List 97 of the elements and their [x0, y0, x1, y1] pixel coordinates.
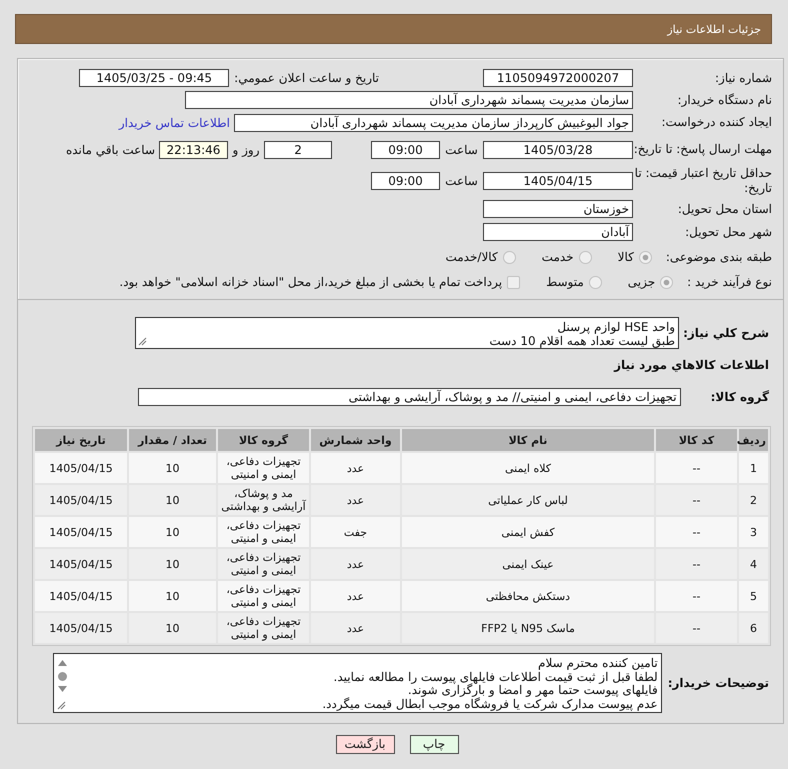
table-cell: عدد	[311, 485, 400, 515]
table-cell: عدد	[311, 581, 400, 611]
table-cell: عدد	[311, 453, 400, 483]
table-cell: کفش ایمنی	[402, 517, 654, 547]
table-cell: 10	[129, 549, 216, 579]
option-label: کالا	[618, 250, 634, 264]
field-label: استان محل تحویل:	[676, 202, 772, 216]
table-cell: --	[656, 549, 737, 579]
column-header: واحد شمارش	[311, 429, 400, 451]
table-cell: تجهیزات دفاعی، ایمنی و امنیتی	[218, 581, 309, 611]
province-field[interactable]: خوزستان	[483, 200, 633, 218]
field-label: شرح کلي نياز:	[683, 326, 769, 340]
table-cell: 10	[129, 581, 216, 611]
option-label: جزیی	[628, 275, 656, 289]
table-cell: 3	[739, 517, 768, 547]
table-cell: 1405/04/15	[35, 613, 127, 643]
table-cell: --	[656, 517, 737, 547]
table-cell: عدد	[311, 613, 400, 643]
field-label: شماره نیاز:	[714, 70, 772, 86]
column-header: تاریخ نیاز	[35, 429, 127, 451]
field-label: نوع فرآیند خرید :	[687, 275, 772, 289]
validity-date-field[interactable]: 1405/04/15	[483, 172, 633, 190]
checkbox-label: پرداخت تمام یا بخشی از مبلغ خرید،از محل "اسناد خزانه اسلامی" خواهد بود.	[119, 275, 502, 289]
table-cell: 6	[739, 613, 768, 643]
column-header: کد کالا	[656, 429, 737, 451]
table-cell: تجهیزات دفاعی، ایمنی و امنیتی	[218, 549, 309, 579]
back-button[interactable]: بازگشت	[336, 735, 394, 754]
option-label: کالا/خدمت	[445, 250, 498, 264]
need-number-field[interactable]: 1105094972000207	[483, 69, 633, 87]
table-cell: 10	[129, 485, 216, 515]
table-cell: کلاه ایمنی	[402, 453, 654, 483]
column-header: نام کالا	[402, 429, 654, 451]
validity-time-field[interactable]: 09:00	[371, 172, 440, 190]
table-cell: 10	[129, 613, 216, 643]
time-label: ساعت	[445, 142, 478, 156]
deadline-date-field[interactable]: 1405/03/28	[483, 140, 633, 158]
section-heading: اطلاعات کالاهاي مورد نياز	[614, 358, 769, 372]
table-cell: 5	[739, 581, 768, 611]
page-title: جزئیات اطلاعات نیاز	[667, 22, 761, 36]
option-label: خدمت	[542, 250, 574, 264]
table-cell: 1405/04/15	[35, 453, 127, 483]
remaining-label: ساعت باقي مانده	[66, 142, 155, 156]
deadline-time-field[interactable]: 09:00	[371, 140, 440, 158]
field-label: توضیحات خریدار:	[668, 676, 769, 690]
buyer-org-field[interactable]: سازمان مدیریت پسماند شهرداری آبادان	[185, 91, 633, 109]
days-label: روز و	[232, 142, 260, 156]
table-cell: --	[656, 581, 737, 611]
field-label: مهلت ارسال پاسخ: تا تاریخ:	[633, 142, 772, 157]
table-cell: جفت	[311, 517, 400, 547]
scroll-down-icon[interactable]	[58, 686, 67, 692]
scroll-up-icon[interactable]	[58, 660, 67, 666]
column-header: گروه کالا	[218, 429, 309, 451]
field-label: تاریخ و ساعت اعلان عمومي:	[234, 71, 379, 85]
scroll-thumb-icon[interactable]	[58, 672, 67, 681]
field-label: ایجاد کننده درخواست:	[660, 115, 772, 130]
remaining-time-field[interactable]: 22:13:46	[159, 140, 228, 158]
table-cell: دستکش محافظتی	[402, 581, 654, 611]
field-label: شهر محل تحویل:	[684, 224, 772, 240]
table-cell: --	[656, 613, 737, 643]
table-cell: تجهیزات دفاعی، ایمنی و امنیتی	[218, 517, 309, 547]
table-cell: --	[656, 485, 737, 515]
column-header: ردیف	[739, 429, 768, 451]
table-cell: عدد	[311, 549, 400, 579]
table-cell: 4	[739, 549, 768, 579]
table-cell: 10	[129, 517, 216, 547]
table-cell: --	[656, 453, 737, 483]
announce-date-field[interactable]: 1405/03/25 - 09:45	[79, 69, 230, 87]
table-cell: عینک ایمنی	[402, 549, 654, 579]
table-cell: 1405/04/15	[35, 517, 127, 547]
table-cell: تجهیزات دفاعی، ایمنی و امنیتی	[218, 453, 309, 483]
field-label: گروه کالا:	[710, 390, 769, 404]
table-cell: تجهیزات دفاعی، ایمنی و امنیتی	[218, 613, 309, 643]
city-field[interactable]: آبادان	[483, 223, 633, 241]
goods-group-field[interactable]: تجهیزات دفاعی، ایمنی و امنیتی// مد و پوشاک، آرایشی و بهداشتی	[138, 388, 681, 406]
table-cell: 1405/04/15	[35, 549, 127, 579]
resize-grip-icon[interactable]	[138, 337, 147, 346]
time-label: ساعت	[445, 174, 478, 188]
table-cell: لباس کار عملیاتی	[402, 485, 654, 515]
field-label: نام دستگاه خریدار:	[676, 92, 772, 108]
notes-field[interactable]: تامین کننده محترم سلام لطفا قبل از ثبت قیمت اطلاعات فایلهای پیوست را مطالعه نمایید. فایلهای پیوست حتما مهر و امضا و بارگزاری شوند. عدم پیوست مدارک شرکت یا فروشگاه موجب ابطال قیمت میگردد.	[53, 653, 662, 713]
option-label: متوسط	[546, 275, 584, 289]
requester-field[interactable]: جواد البوغبیش کارپرداز سازمان مدیریت پسماند شهرداری آبادان	[234, 114, 633, 132]
table-cell: ماسک N95 یا FFP2	[402, 613, 654, 643]
table-cell: 1405/04/15	[35, 581, 127, 611]
table-cell: 10	[129, 453, 216, 483]
table-cell: 2	[739, 485, 768, 515]
table-cell: 1	[739, 453, 768, 483]
contact-info-link[interactable]: اطلاعات تماس خریدار	[118, 116, 230, 130]
field-label: حداقل تاریخ اعتبار قیمت: تا تاریخ:	[634, 166, 772, 196]
days-field[interactable]: 2	[264, 140, 332, 158]
print-button[interactable]: چاپ	[410, 735, 458, 754]
column-header: تعداد / مقدار	[129, 429, 216, 451]
table-cell: 1405/04/15	[35, 485, 127, 515]
field-label: طبقه بندی موضوعی:	[666, 250, 772, 264]
resize-grip-icon[interactable]	[57, 701, 66, 710]
description-field[interactable]: واحد HSE لوازم پرسنل طبق لیست تعداد همه اقلام 10 دست	[135, 317, 680, 349]
table-cell: مد و پوشاک، آرایشی و بهداشتی	[218, 485, 309, 515]
